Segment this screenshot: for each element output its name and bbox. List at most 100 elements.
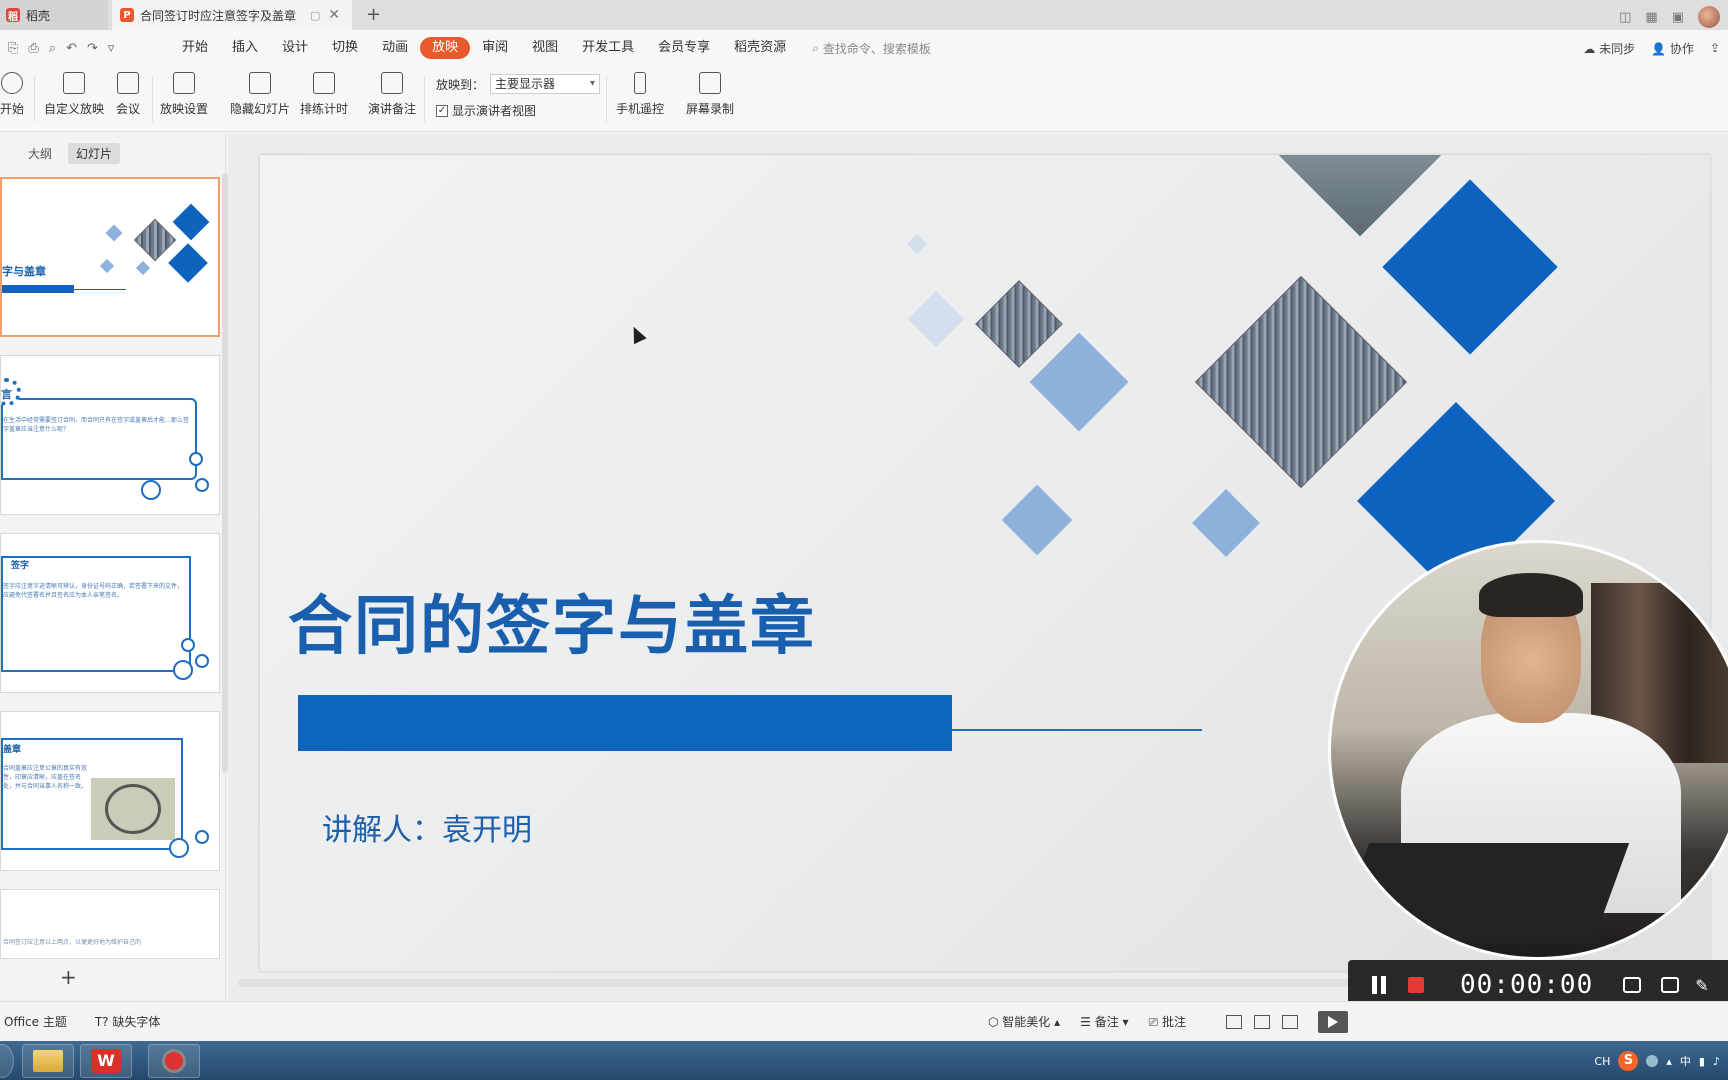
taskbar-wps[interactable]: W bbox=[80, 1044, 132, 1078]
custom-show-icon bbox=[63, 72, 85, 94]
menu-slideshow[interactable]: 放映 bbox=[420, 37, 471, 59]
ime-mode[interactable]: 中 bbox=[1680, 1053, 1691, 1069]
slide-title: 合同的签字与盖章 bbox=[288, 590, 816, 664]
region-icon[interactable] bbox=[1623, 977, 1642, 993]
thumb-diamond bbox=[168, 243, 208, 283]
tab-outline[interactable]: 大纲 bbox=[20, 143, 60, 164]
avatar[interactable] bbox=[1698, 6, 1720, 28]
recorder-icon bbox=[162, 1049, 186, 1073]
menu-review[interactable]: 审阅 bbox=[470, 37, 520, 59]
menu-docer-resources[interactable]: 稻壳资源 bbox=[722, 37, 798, 59]
menu-home[interactable]: 开始 bbox=[170, 37, 220, 59]
undo-icon[interactable]: ↶ bbox=[66, 41, 77, 56]
rehearse-button[interactable]: 排练计时 bbox=[300, 72, 348, 117]
screen-record-button[interactable]: 屏幕录制 bbox=[686, 72, 734, 117]
pin-icon[interactable]: ▢ bbox=[310, 9, 320, 22]
tab-docer[interactable]: 稻 稻壳 bbox=[0, 0, 108, 30]
thumb-frame bbox=[1, 398, 197, 480]
speaker-notes-button[interactable]: 演讲备注 bbox=[368, 72, 416, 117]
timer-icon bbox=[313, 72, 335, 94]
save-icon[interactable]: ⎘ bbox=[8, 41, 18, 56]
menu-member[interactable]: 会员专享 bbox=[646, 37, 722, 59]
laptop bbox=[1332, 843, 1630, 943]
aerial-photo-diamond bbox=[975, 280, 1063, 368]
play-slideshow-button[interactable] bbox=[1318, 1010, 1348, 1033]
play-to-select[interactable]: 主要显示器 bbox=[490, 74, 601, 94]
start-show-button[interactable]: 开始 bbox=[0, 72, 24, 117]
thumb-text: 合同盖章应注意公章的真实有效性，印章应清晰，应盖在签名处，并与合同当事人名称一致… bbox=[3, 765, 88, 790]
help-icon[interactable] bbox=[1646, 1055, 1659, 1067]
tray-arrow-icon[interactable]: ▴ bbox=[1666, 1055, 1672, 1068]
menu-insert[interactable]: 插入 bbox=[220, 37, 270, 59]
normal-view-icon[interactable] bbox=[1226, 1014, 1242, 1029]
thumb-diamond bbox=[99, 258, 115, 274]
preview-icon[interactable]: ⌕ bbox=[49, 41, 56, 56]
comments-label: 批注 bbox=[1161, 1015, 1186, 1029]
missing-font-button[interactable]: T? 缺失字体 bbox=[95, 1013, 161, 1030]
taskbar-explorer[interactable] bbox=[22, 1044, 74, 1078]
network-icon[interactable]: ▮ bbox=[1699, 1055, 1705, 1068]
thumb-bubble bbox=[195, 830, 209, 844]
layout-icon[interactable]: ◫ bbox=[1619, 10, 1631, 25]
presenter-view-row[interactable]: ✓ 显示演讲者视图 bbox=[436, 102, 536, 119]
slide-thumbnail-2[interactable]: 言 在生活中经常需要签订合同，而合同只有在签字或盖章后才能…那么签字盖章应当注意… bbox=[0, 355, 220, 515]
close-icon[interactable]: ✕ bbox=[328, 7, 340, 23]
sorter-view-icon[interactable] bbox=[1254, 1014, 1270, 1029]
status-bar: Office 主题 T? 缺失字体 ⬡ 智能美化 ▴ ☰ 备注 ▾ ⎚ 批注 bbox=[0, 1001, 1728, 1041]
tab-slides[interactable]: 幻灯片 bbox=[68, 143, 121, 164]
language-indicator[interactable]: CH bbox=[1594, 1055, 1610, 1068]
city-photo-diamond bbox=[1194, 275, 1408, 489]
command-search[interactable]: ⌕ 查找命令、搜索模板 bbox=[812, 40, 931, 57]
phone-remote-label: 手机遥控 bbox=[616, 102, 665, 116]
slide-thumbnail-5[interactable]: 合同签订应注意以上两点，以便更好地为维护自己的 bbox=[0, 889, 220, 959]
taskbar-recorder[interactable] bbox=[148, 1044, 200, 1078]
share-icon[interactable]: ⇪ bbox=[1710, 41, 1720, 55]
camera-icon[interactable] bbox=[1661, 977, 1680, 993]
more-icon[interactable]: ▿ bbox=[108, 41, 115, 56]
pen-icon[interactable]: ✎ bbox=[1695, 976, 1708, 995]
show-settings-button[interactable]: 放映设置 bbox=[160, 72, 208, 117]
custom-show-button[interactable]: 自定义放映 bbox=[44, 72, 104, 117]
slide-thumbnail-3[interactable]: 签字 签字应注意字迹清晰可辨认，身份证号码正确，若签署下来的文件，应避免代签署名… bbox=[0, 533, 220, 693]
tab-label: 合同签订时应注意签字及盖章 bbox=[140, 8, 297, 23]
phone-remote-button[interactable]: 手机遥控 bbox=[616, 72, 664, 117]
menu-transition[interactable]: 切换 bbox=[320, 37, 370, 59]
beautify-button[interactable]: ⬡ 智能美化 ▴ bbox=[988, 1013, 1060, 1030]
notes-icon bbox=[381, 72, 403, 94]
menu-design[interactable]: 设计 bbox=[270, 37, 320, 59]
menu-view[interactable]: 视图 bbox=[520, 37, 570, 59]
pause-icon[interactable] bbox=[1372, 976, 1386, 994]
meeting-button[interactable]: 会议 bbox=[116, 72, 140, 117]
apps-icon[interactable]: ▣ bbox=[1672, 10, 1684, 25]
presenter-view-checkbox[interactable]: ✓ bbox=[436, 104, 448, 117]
tab-document[interactable]: P 合同签订时应注意签字及盖章 ▢ ✕ bbox=[112, 0, 352, 30]
hide-slide-button[interactable]: 隐藏幻灯片 bbox=[230, 72, 290, 117]
sync-button[interactable]: ☁ 未同步 bbox=[1583, 40, 1635, 57]
comments-button[interactable]: ⎚ 批注 bbox=[1149, 1013, 1186, 1030]
slide-thumbnail-4[interactable]: 盖章 合同盖章应注意公章的真实有效性，印章应清晰，应盖在签名处，并与合同当事人名… bbox=[0, 711, 220, 871]
missing-font-label: 缺失字体 bbox=[112, 1015, 161, 1029]
folder-icon bbox=[33, 1050, 63, 1072]
thumb-text: 在生活中经常需要签订合同，而合同只有在签字或盖章后才能…那么签字盖章应当注意什么… bbox=[3, 417, 190, 433]
add-slide-button[interactable]: + bbox=[60, 965, 77, 989]
ime-icon[interactable]: S bbox=[1618, 1051, 1639, 1071]
thumb-title: 言 bbox=[1, 388, 12, 401]
notes-button[interactable]: ☰ 备注 ▾ bbox=[1080, 1013, 1128, 1030]
view-switcher bbox=[1226, 1014, 1298, 1029]
status-right: ⬡ 智能美化 ▴ ☰ 备注 ▾ ⎚ 批注 bbox=[988, 1010, 1348, 1033]
redo-icon[interactable]: ↷ bbox=[87, 41, 98, 56]
editor-scrollbar[interactable] bbox=[238, 979, 1438, 987]
volume-icon[interactable]: ♪ bbox=[1713, 1055, 1720, 1068]
start-button[interactable] bbox=[0, 1044, 14, 1078]
menu-animation[interactable]: 动画 bbox=[370, 37, 420, 59]
grid-icon[interactable]: ▦ bbox=[1645, 10, 1657, 25]
menu-developer[interactable]: 开发工具 bbox=[570, 37, 646, 59]
stop-icon[interactable] bbox=[1408, 977, 1424, 993]
print-icon[interactable]: ⎙ bbox=[28, 41, 38, 56]
slide-thumbnail-1[interactable]: 字与盖章 bbox=[0, 177, 220, 337]
reading-view-icon[interactable] bbox=[1282, 1014, 1298, 1029]
new-tab-button[interactable]: + bbox=[366, 4, 381, 25]
custom-show-label: 自定义放映 bbox=[44, 102, 105, 116]
collab-button[interactable]: 👤 协作 bbox=[1651, 40, 1694, 57]
thumb-title: 字与盖章 bbox=[2, 265, 46, 278]
